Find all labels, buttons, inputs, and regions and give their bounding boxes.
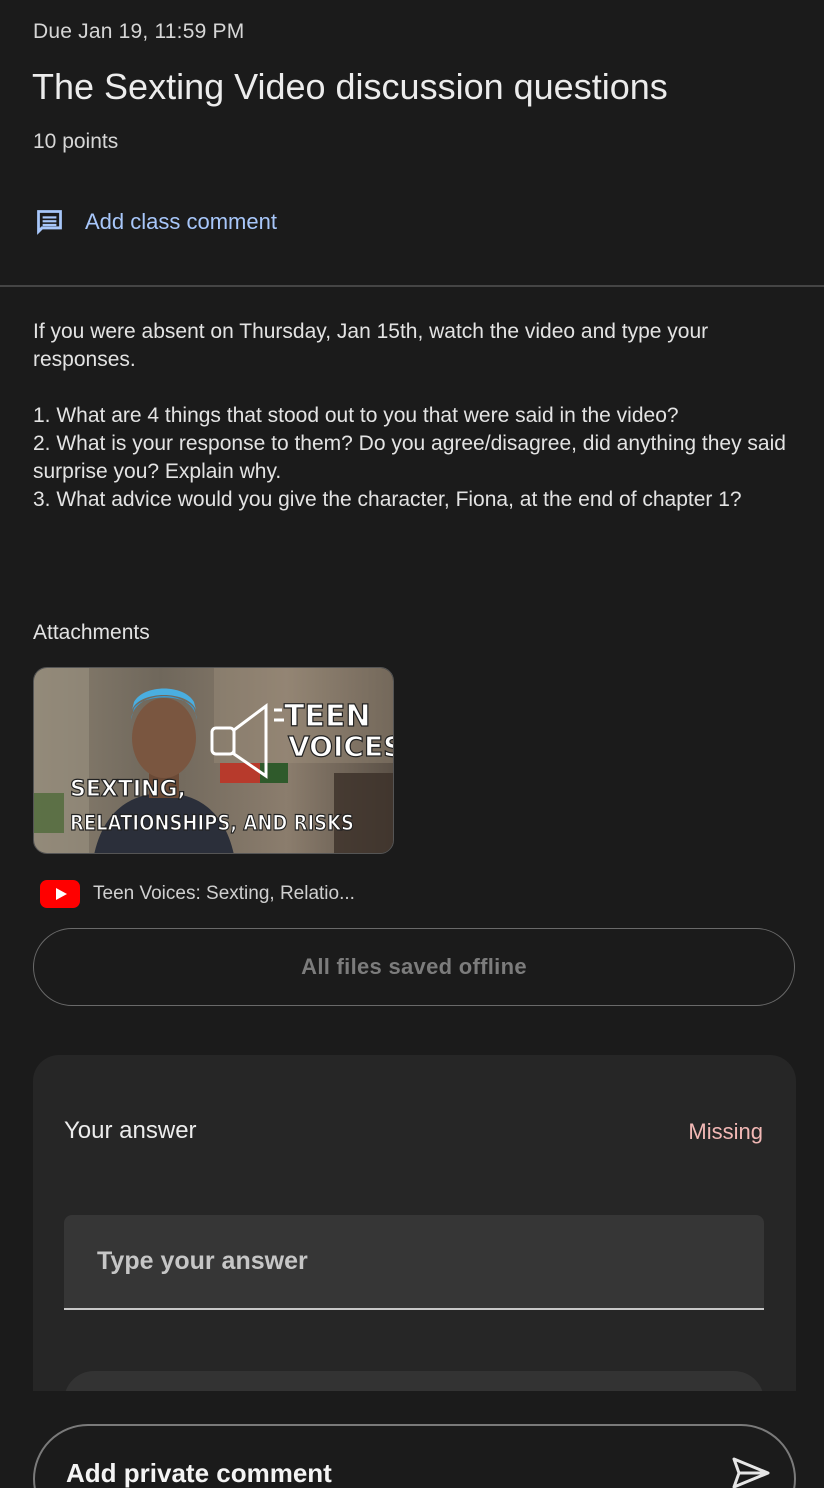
answer-input[interactable] (64, 1215, 764, 1310)
your-answer-heading: Your answer (64, 1117, 197, 1144)
status-badge: Missing (688, 1119, 763, 1144)
private-comment-label: Add private comment (66, 1458, 332, 1488)
video-title: Teen Voices: Sexting, Relatio... (93, 883, 355, 904)
instructions-text: If you were absent on Thursday, Jan 15th… (33, 320, 786, 511)
due-date: Due Jan 19, 11:59 PM (33, 20, 245, 43)
video-thumbnail-image: TEEN VOICES SEXTING, RELATIONSHIPS, AND … (34, 668, 394, 853)
thumbnail-text-voices: VOICES (288, 730, 394, 763)
private-comment-field[interactable]: Add private comment (33, 1424, 796, 1488)
divider (0, 285, 824, 287)
thumbnail-text-teen: TEEN (284, 699, 371, 734)
add-class-comment-label: Add class comment (85, 209, 277, 234)
thumbnail-text-sexting: SEXTING, (70, 777, 186, 802)
youtube-icon (40, 880, 80, 908)
video-thumbnail[interactable]: TEEN VOICES SEXTING, RELATIONSHIPS, AND … (33, 667, 394, 854)
your-work-card: Your answer Missing (33, 1055, 796, 1391)
files-saved-offline-button[interactable]: All files saved offline (33, 928, 795, 1006)
comment-icon (37, 209, 62, 235)
assignment-title: The Sexting Video discussion questions (32, 66, 668, 107)
thumbnail-text-subtitle: RELATIONSHIPS, AND RISKS (70, 811, 354, 835)
assignment-page: Due Jan 19, 11:59 PM The Sexting Video d… (0, 0, 824, 1488)
points: 10 points (33, 130, 119, 153)
video-attachment-link[interactable]: Teen Voices: Sexting, Relatio... (40, 880, 355, 908)
attachments-heading: Attachments (33, 621, 150, 644)
turn-in-button[interactable] (64, 1371, 764, 1391)
add-class-comment-button[interactable]: Add class comment (33, 202, 277, 242)
send-icon[interactable] (731, 1456, 771, 1488)
